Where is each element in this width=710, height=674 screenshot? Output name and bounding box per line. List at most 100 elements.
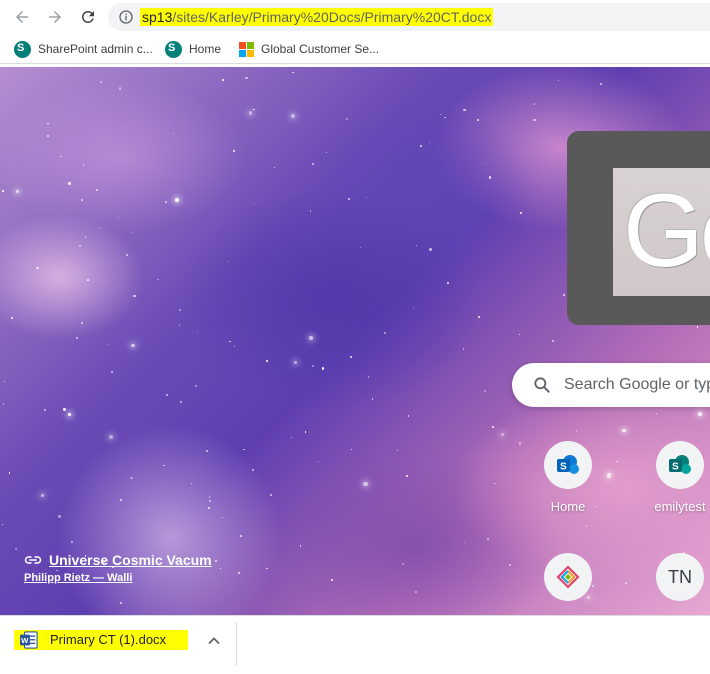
star <box>215 559 218 562</box>
star <box>500 432 505 437</box>
star <box>245 76 248 80</box>
star <box>68 182 71 185</box>
chevron-up-icon[interactable] <box>207 634 221 648</box>
attribution-author-link[interactable]: Philipp Rietz — Walli <box>24 572 212 584</box>
star <box>36 267 39 270</box>
background-attribution: Universe Cosmic Vacum Philipp Rietz — Wa… <box>24 552 212 584</box>
attribution-title-link[interactable]: Universe Cosmic Vacum <box>24 552 212 568</box>
star <box>179 308 182 311</box>
bookmark-global-customer[interactable]: Global Customer Se... <box>239 39 379 59</box>
star <box>163 464 165 467</box>
star <box>190 483 192 485</box>
search-box[interactable]: Search Google or typ <box>512 363 710 407</box>
star <box>266 567 268 570</box>
star <box>221 516 224 519</box>
star <box>40 493 45 498</box>
google-doodle[interactable]: Go <box>567 131 710 325</box>
star <box>107 343 110 346</box>
star <box>299 545 302 547</box>
star <box>600 82 603 85</box>
star <box>208 496 211 498</box>
star <box>80 321 84 325</box>
star <box>131 232 133 234</box>
doodle-text: Go <box>623 173 710 289</box>
star <box>367 376 370 378</box>
star <box>248 111 252 115</box>
search-placeholder: Search Google or typ <box>564 376 710 393</box>
download-item[interactable]: W Primary CT (1).docx <box>14 630 236 662</box>
svg-text:S: S <box>672 462 679 473</box>
shortcut-emilytest[interactable]: S emilytest <box>635 441 710 514</box>
star <box>238 572 241 575</box>
info-icon[interactable] <box>118 9 134 25</box>
star <box>625 581 628 584</box>
star <box>44 409 47 412</box>
address-bar[interactable]: sp13/sites/Karley/Primary%20Docs/Primary… <box>108 3 710 31</box>
shortcut-home[interactable]: S Home <box>523 441 613 514</box>
star <box>197 332 199 334</box>
star <box>415 245 417 247</box>
svg-text:S: S <box>560 462 567 473</box>
star <box>401 563 405 566</box>
reload-button[interactable] <box>76 5 100 29</box>
star <box>59 155 62 158</box>
star <box>533 103 536 105</box>
star <box>311 162 315 166</box>
star <box>84 235 87 238</box>
star <box>239 535 242 538</box>
svg-text:W: W <box>21 636 29 645</box>
bookmark-label: Global Customer Se... <box>261 42 380 56</box>
star <box>269 494 272 497</box>
shortcut-icon-circle: S <box>656 441 704 489</box>
star <box>82 164 85 166</box>
microsoft-icon <box>239 41 254 57</box>
star <box>71 541 73 543</box>
star <box>130 476 133 480</box>
shortcut-tn[interactable]: TN <box>635 553 710 601</box>
star <box>165 200 168 203</box>
star <box>194 384 197 387</box>
star <box>484 163 486 165</box>
bookmark-label: Home <box>189 42 222 56</box>
star <box>63 408 66 411</box>
back-button[interactable] <box>10 5 34 29</box>
url-highlight: sp13/sites/Karley/Primary%20Docs/Primary… <box>140 8 494 26</box>
shortcut-icon-circle: S <box>544 441 592 489</box>
star <box>408 415 410 417</box>
star <box>317 460 319 462</box>
star <box>477 118 479 121</box>
shortcut-powerapps[interactable] <box>523 553 613 601</box>
star <box>251 468 254 471</box>
url-path: /sites/Karley/Primary%20Docs/Primary%20C… <box>172 9 492 25</box>
star <box>383 331 386 334</box>
star <box>371 398 374 401</box>
bookmark-home[interactable]: Home <box>165 39 221 59</box>
star <box>331 579 333 581</box>
new-tab-page: Go Search Google or typ S Home S <box>0 67 710 615</box>
star <box>253 108 255 111</box>
star <box>228 261 230 263</box>
star <box>494 482 496 485</box>
star <box>696 326 699 328</box>
shortcut-icon-circle <box>544 553 592 601</box>
bookmark-sharepoint-admin[interactable]: SharePoint admin c... <box>14 39 153 59</box>
star <box>697 411 702 416</box>
doodle-image: Go <box>613 168 710 296</box>
star <box>178 324 180 326</box>
star <box>519 211 522 214</box>
star <box>2 523 4 526</box>
star <box>326 152 328 154</box>
star <box>412 306 415 309</box>
sharepoint-icon <box>14 40 31 58</box>
star <box>290 113 296 119</box>
star <box>100 81 103 84</box>
star <box>366 196 368 198</box>
star <box>172 133 174 135</box>
star <box>95 188 98 191</box>
star <box>125 253 128 257</box>
forward-button[interactable] <box>43 5 67 29</box>
star <box>208 506 211 509</box>
star <box>397 450 399 452</box>
star <box>312 365 315 368</box>
star <box>11 316 14 320</box>
